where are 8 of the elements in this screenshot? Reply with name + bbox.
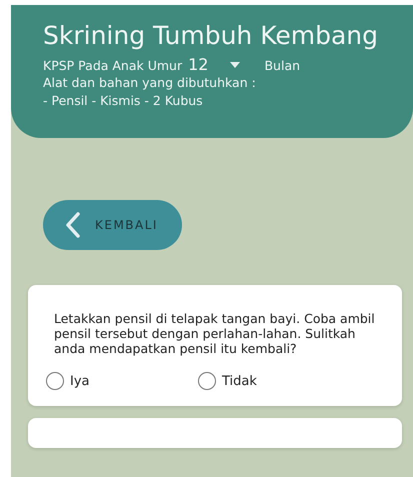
tools-label: Alat dan bahan yang dibutuhkan : bbox=[43, 74, 257, 92]
back-button[interactable]: KEMBALI bbox=[43, 200, 182, 250]
age-unit: Bulan bbox=[264, 58, 300, 73]
age-label: KPSP Pada Anak Umur bbox=[43, 58, 182, 73]
age-dropdown[interactable]: 12 bbox=[188, 55, 240, 74]
page-title: Skrining Tumbuh Kembang bbox=[43, 20, 379, 52]
tools-list: - Pensil - Kismis - 2 Kubus bbox=[43, 92, 393, 110]
question-text: Letakkan pensil di telapak tangan bayi. Coba ambil pensil tersebut dengan perlahan-lahan. Sulitkah anda mendapatkan pensil itu kembali? bbox=[54, 311, 376, 356]
